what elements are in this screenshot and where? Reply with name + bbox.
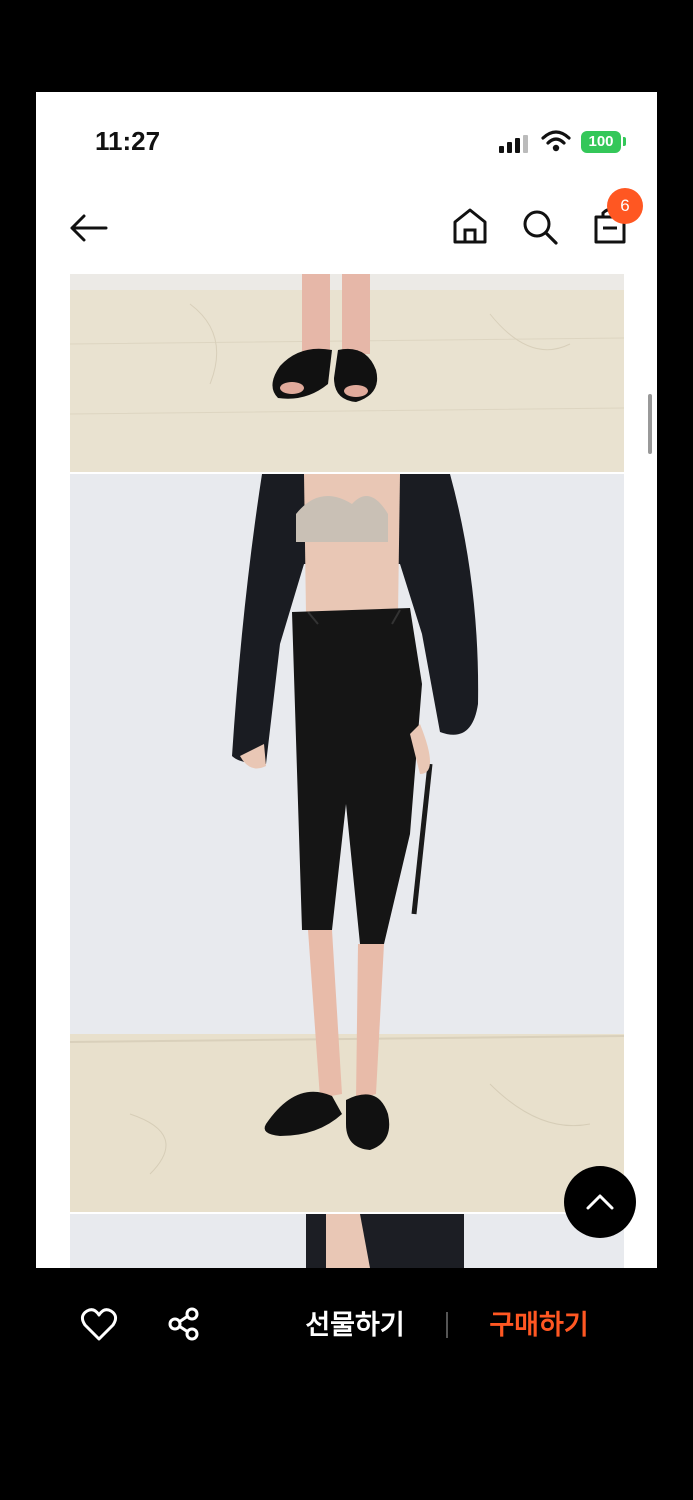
home-icon [453,208,487,244]
wifi-icon [541,130,571,152]
scroll-to-top-button[interactable] [564,1166,636,1238]
bottom-action-bar: 선물하기 구매하기 [0,1268,693,1398]
share-icon [168,1307,199,1341]
like-button[interactable] [80,1308,118,1342]
buy-button[interactable]: 구매하기 [474,1304,604,1348]
gift-button[interactable]: 선물하기 [290,1304,420,1348]
back-button[interactable] [66,208,112,248]
product-image [70,274,624,472]
product-detail-images[interactable] [70,274,624,1268]
nav-bar [36,182,657,274]
arrow-left-icon [70,214,108,242]
search-icon [523,210,558,245]
product-image [70,1214,624,1268]
search-button[interactable] [518,204,562,248]
product-image [70,474,624,1212]
share-button[interactable] [166,1306,202,1342]
cellular-signal-icon [499,135,528,153]
divider [446,1312,448,1338]
app-screen: 11:27 100 6 [36,92,657,1268]
battery-cap [623,137,626,146]
status-bar: 11:27 100 [36,92,657,182]
cart-count-badge: 6 [607,188,643,224]
heart-icon [80,1308,118,1341]
chevron-up-icon [586,1194,614,1210]
battery-icon: 100 [581,131,621,153]
scrollbar[interactable] [648,394,652,454]
home-button[interactable] [450,204,490,248]
status-time: 11:27 [95,126,161,156]
